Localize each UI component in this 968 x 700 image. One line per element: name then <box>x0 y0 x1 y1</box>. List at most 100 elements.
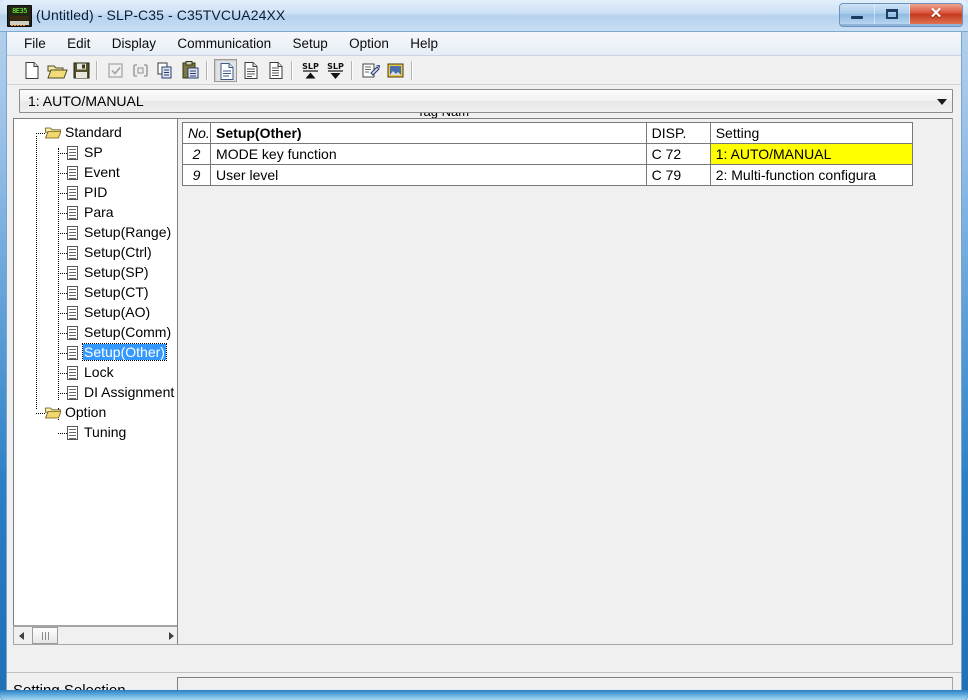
settings-table-panel[interactable]: No. Setup(Other) DISP. Setting 2 MODE ke… <box>177 118 953 645</box>
tree-connector <box>36 413 45 414</box>
document-icon <box>67 346 78 360</box>
new-file-icon <box>25 62 39 79</box>
menu-item-setup[interactable]: Setup <box>283 32 336 54</box>
tree-node-setup-ao[interactable]: Setup(AO) <box>14 303 179 323</box>
menu-item-option[interactable]: Option <box>340 32 398 54</box>
tree-node-label: Para <box>84 204 114 220</box>
document-icon <box>67 426 78 440</box>
tree-node-option[interactable]: Option <box>14 403 179 423</box>
cell-name[interactable]: User level <box>210 164 647 186</box>
detail-view-button[interactable] <box>239 59 262 82</box>
document-icon <box>67 326 78 340</box>
tree-connector <box>58 333 67 334</box>
document-icon <box>67 366 78 380</box>
scrollbar-thumb[interactable] <box>32 627 58 644</box>
properties-button[interactable] <box>359 59 382 82</box>
copy-icon <box>157 62 172 79</box>
paste-button[interactable] <box>179 59 202 82</box>
scroll-left-icon <box>19 632 24 640</box>
document-icon <box>67 226 78 240</box>
cell-setting-highlighted[interactable]: 1: AUTO/MANUAL <box>709 143 914 165</box>
open-file-button[interactable] <box>45 59 68 82</box>
tree-node-setup-other[interactable]: Setup(Other) <box>14 343 179 363</box>
menu-item-edit[interactable]: Edit <box>58 32 99 54</box>
cell-disp[interactable]: C 72 <box>645 143 711 165</box>
column-header-no[interactable]: No. <box>181 122 212 144</box>
window-bottom-border <box>0 690 968 700</box>
tree-node-para[interactable]: Para <box>14 203 179 223</box>
document-icon <box>67 246 78 260</box>
cell-no[interactable]: 2 <box>181 143 212 165</box>
svg-text:SLP: SLP <box>302 62 319 71</box>
document-view-button[interactable] <box>264 59 287 82</box>
tree-node-di-assignment[interactable]: DI Assignment <box>14 383 179 403</box>
maximize-button[interactable] <box>875 4 910 24</box>
column-header-name[interactable]: Setup(Other) <box>210 122 647 144</box>
paste-icon <box>182 61 199 79</box>
save-disk-icon <box>73 62 90 79</box>
menu-item-file[interactable]: File <box>15 32 55 54</box>
open-folder-icon <box>45 407 61 419</box>
title-icon-indicators <box>10 16 29 26</box>
panel-divider <box>7 672 961 673</box>
application-window: 8E35 (Untitled) - SLP-C35 - C35TVCUA24XX… <box>0 0 968 700</box>
select-region-button[interactable] <box>129 59 152 82</box>
tree-connector <box>58 233 67 234</box>
cell-name[interactable]: MODE key function <box>210 143 647 165</box>
tree-node-label: Tuning <box>84 424 127 440</box>
menu-item-communication[interactable]: Communication <box>168 32 280 54</box>
save-button[interactable] <box>70 59 93 82</box>
tree-node-label: DI Assignment <box>84 384 175 400</box>
document-view-icon <box>269 62 283 79</box>
tree-connector <box>58 393 67 394</box>
tree-node-tuning[interactable]: Tuning <box>14 423 179 443</box>
close-button[interactable]: ✕ <box>910 4 962 24</box>
tree-horizontal-scrollbar[interactable] <box>13 626 180 645</box>
tree-connector <box>58 193 67 194</box>
setting-selection-field[interactable] <box>177 677 953 690</box>
tree-node-label: Option <box>65 404 107 420</box>
list-view-button[interactable] <box>214 59 237 82</box>
cell-setting[interactable]: 2: Multi-function configura <box>709 164 914 186</box>
parameter-tree[interactable]: Standard SP Event PID Para Setup(Range) … <box>13 118 180 626</box>
tree-node-setup-ct[interactable]: Setup(CT) <box>14 283 179 303</box>
cell-no[interactable]: 9 <box>181 164 212 186</box>
minimize-button[interactable] <box>840 4 875 24</box>
column-header-setting[interactable]: Setting <box>709 122 914 144</box>
tree-node-label: Standard <box>65 124 122 140</box>
menu-item-display[interactable]: Display <box>103 32 165 54</box>
settings-table: No. Setup(Other) DISP. Setting 2 MODE ke… <box>181 122 914 186</box>
tree-node-standard[interactable]: Standard <box>14 123 179 143</box>
copy-button[interactable] <box>154 59 177 82</box>
setting-value-combobox[interactable]: 1: AUTO/MANUAL <box>19 89 953 113</box>
tree-connector <box>58 293 67 294</box>
monitor-image-button[interactable] <box>384 59 407 82</box>
tree-node-pid[interactable]: PID <box>14 183 179 203</box>
tree-node-setup-ctrl[interactable]: Setup(Ctrl) <box>14 243 179 263</box>
toolbar-separator-5 <box>411 61 413 80</box>
tree-node-event[interactable]: Event <box>14 163 179 183</box>
chevron-down-icon[interactable] <box>937 99 947 105</box>
scroll-right-icon <box>169 632 174 640</box>
slp-upload-button[interactable]: SLP <box>299 59 322 82</box>
scroll-left-button[interactable] <box>14 627 31 644</box>
table-row[interactable]: 9 User level C 79 2: Multi-function conf… <box>181 164 914 186</box>
tree-node-sp[interactable]: SP <box>14 143 179 163</box>
list-view-icon <box>220 63 234 80</box>
table-row[interactable]: 2 MODE key function C 72 1: AUTO/MANUAL <box>181 143 914 165</box>
tree-node-setup-sp[interactable]: Setup(SP) <box>14 263 179 283</box>
verify-button[interactable] <box>104 59 127 82</box>
window-title: (Untitled) - SLP-C35 - C35TVCUA24XX <box>36 7 286 23</box>
checkmark-icon <box>108 63 123 78</box>
new-file-button[interactable] <box>20 59 43 82</box>
tree-node-setup-range[interactable]: Setup(Range) <box>14 223 179 243</box>
slp-download-button[interactable]: SLP <box>324 59 347 82</box>
monitor-image-icon <box>387 63 404 78</box>
tree-node-label: Setup(Comm) <box>84 324 172 340</box>
tree-node-lock[interactable]: Lock <box>14 363 179 383</box>
menu-item-help[interactable]: Help <box>401 32 447 54</box>
column-header-disp[interactable]: DISP. <box>645 122 711 144</box>
cell-disp[interactable]: C 79 <box>645 164 711 186</box>
tree-node-setup-comm[interactable]: Setup(Comm) <box>14 323 179 343</box>
table-header-row: No. Setup(Other) DISP. Setting <box>181 122 914 144</box>
